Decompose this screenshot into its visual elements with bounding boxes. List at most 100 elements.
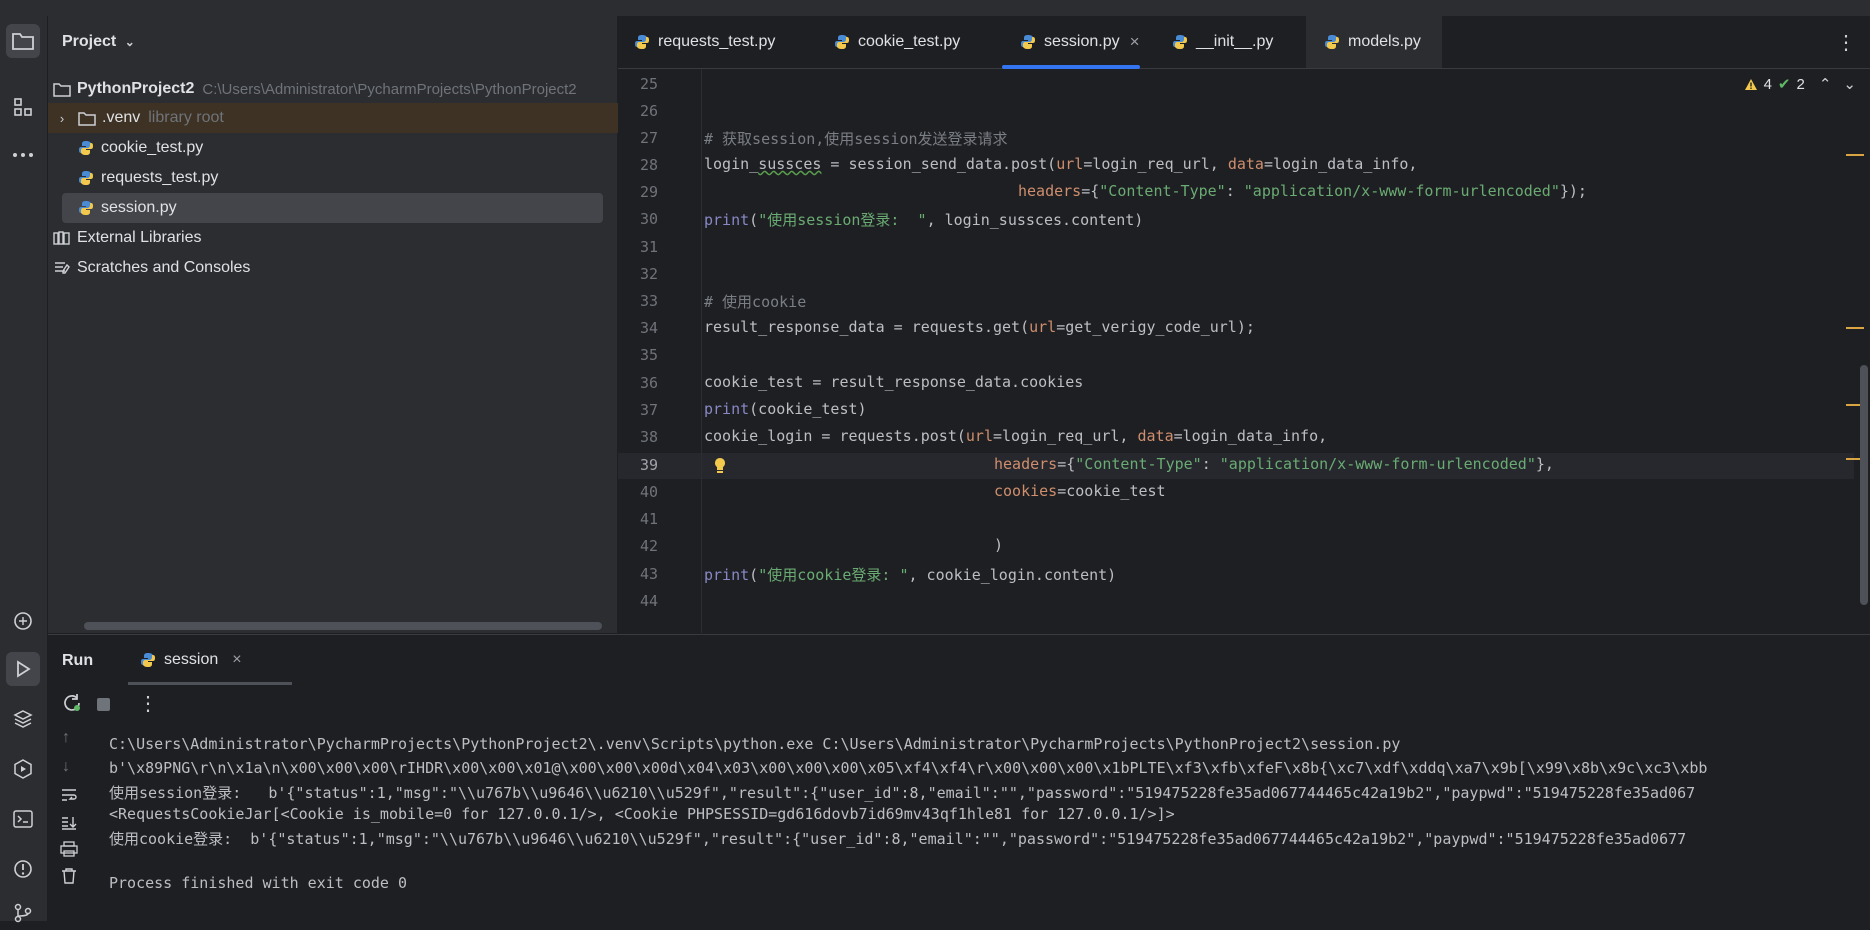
code-token: data [1227,155,1264,173]
code-token: : [1225,182,1244,200]
tree-item-label: requests_test.py [101,169,219,186]
tab-label: cookie_test.py [858,33,961,50]
tree-root[interactable]: PythonProject2 C:\Users\Administrator\Py… [48,74,621,104]
project-horizontal-scrollbar[interactable] [84,622,602,630]
line-number: 43 [639,565,658,583]
tree-item-venv[interactable]: › .venv library root [48,103,621,133]
line-number: 37 [639,401,658,419]
tree-item-scratches[interactable]: Scratches and Consoles [48,253,621,283]
run-icon[interactable] [6,652,40,686]
line-number-gutter: 25 26 27 28 29 30 31 32 33 34 35 36 37 3… [618,69,725,633]
code-token: "application/x-www-form-urlencoded" [1243,182,1560,200]
line-number: 42 [639,537,658,555]
tree-item-label: Scratches and Consoles [77,259,251,276]
code-token: }, [1535,455,1554,473]
code-line: # 获取session,使用session发送登录请求 [704,130,1008,148]
print-icon[interactable] [60,841,78,857]
trash-icon[interactable] [60,867,78,885]
scroll-to-end-icon[interactable] [60,815,78,831]
chevron-right-icon[interactable]: › [52,108,72,128]
code-token: "application/x-www-form-urlencoded" [1219,455,1536,473]
console-line: <RequestsCookieJar[<Cookie is_mobile=0 f… [109,805,1175,823]
tree-item-cookie-test[interactable]: cookie_test.py [48,133,645,163]
line-number: 34 [639,319,658,337]
chevron-down-icon[interactable]: ⌄ [125,35,135,49]
tab-close-icon[interactable]: × [1130,32,1140,52]
code-token: "使用session登录: " [758,211,927,229]
line-number: 26 [639,102,658,120]
code-token: =login_data_info, [1263,155,1418,173]
run-tab-session[interactable]: session × [128,635,292,685]
tree-item-session[interactable]: session.py [62,193,603,223]
close-icon[interactable]: × [232,651,241,669]
warning-marker[interactable] [1846,327,1864,329]
library-icon [52,228,72,248]
code-line: # 使用cookie [704,293,807,311]
code-token: (cookie_test) [749,400,867,418]
code-token: , login_sussces.content) [926,211,1144,229]
tab-cookie-test[interactable]: cookie_test.py [834,16,960,68]
console-line: 使用session登录: b'{"status":1,"msg":"\\u767… [109,784,1696,802]
chevron-down-icon[interactable]: ⌄ [1843,75,1856,93]
root-name: PythonProject2 [77,80,195,97]
project-header[interactable]: Project ⌄ [62,33,135,51]
run-toolbar: ⋮ [48,685,1870,721]
gutter-divider [701,69,702,633]
line-number: 32 [639,265,658,283]
run-tab-bar: Run session × [48,635,1870,685]
tab-label: models.py [1348,33,1421,50]
inspection-widget[interactable]: 4 ✔ 2 ⌃ ⌄ [1744,75,1856,93]
check-icon: ✔ [1777,76,1791,93]
layers-icon[interactable] [6,702,40,736]
tabs-more-icon[interactable]: ⋮ [1836,16,1856,68]
code-token: url [1029,318,1057,336]
lightbulb-icon[interactable] [712,457,728,475]
code-line: print("使用session登录: ", login_sussces.con… [704,209,1143,230]
tree-item-requests-test[interactable]: requests_test.py [48,163,645,193]
more-options-icon[interactable]: ⋮ [138,691,158,716]
line-number: 28 [639,156,658,174]
code-token: sussces [758,155,822,173]
soft-wrap-icon[interactable] [60,787,78,803]
chevron-up-icon[interactable]: ⌃ [1819,75,1832,93]
more-tools-icon[interactable] [6,138,40,172]
code-token: }); [1559,182,1587,200]
project-folder-icon[interactable] [6,24,40,58]
terminal-icon[interactable] [6,802,40,836]
tree-item-external-libraries[interactable]: External Libraries [48,223,621,253]
python-console-icon[interactable] [6,604,40,638]
code-token: ={ [1057,455,1076,473]
code-token: print [704,211,750,229]
git-icon[interactable] [6,896,40,930]
run-panel: Run session × ⋮ ↑ ↓ C:\Users\Administrat… [48,634,1870,922]
structure-icon[interactable] [6,90,40,124]
warning-marker[interactable] [1846,154,1864,156]
python-file-icon [76,168,96,188]
services-icon[interactable] [6,752,40,786]
tab-models[interactable]: models.py [1306,16,1442,68]
code-token: =login_req_url, [1083,155,1228,173]
code-token: ( [749,211,759,229]
console-line: Process finished with exit code 0 [109,874,408,892]
editor-vertical-scrollbar[interactable] [1860,365,1868,605]
code-line: print(cookie_test) [704,400,867,418]
stop-icon[interactable] [97,698,110,711]
code-editor[interactable]: 25 26 27 28 29 30 31 32 33 34 35 36 37 3… [618,69,1870,633]
arrow-up-icon[interactable]: ↑ [62,729,70,747]
tree-item-label: cookie_test.py [101,139,204,156]
tab-session[interactable]: session.py × [1002,16,1140,69]
tab-init[interactable]: __init__.py [1172,16,1273,68]
code-token: cookies [994,482,1058,500]
line-number: 38 [639,428,658,446]
editor-tabs: requests_test.py cookie_test.py session.… [618,16,1870,69]
code-line: cookie_login = requests.post(url=login_r… [704,427,1327,445]
tab-requests-test[interactable]: requests_test.py [634,16,775,68]
warning-count: 4 [1763,75,1772,93]
arrow-down-icon[interactable]: ↓ [62,758,70,776]
line-number: 36 [639,374,658,392]
rerun-icon[interactable] [62,693,82,713]
tool-window-strip [0,16,48,923]
line-number: 33 [639,292,658,310]
problems-icon[interactable] [6,852,40,886]
console-line: b'\x89PNG\r\n\x1a\n\x00\x00\x00\rIHDR\x0… [109,759,1708,777]
